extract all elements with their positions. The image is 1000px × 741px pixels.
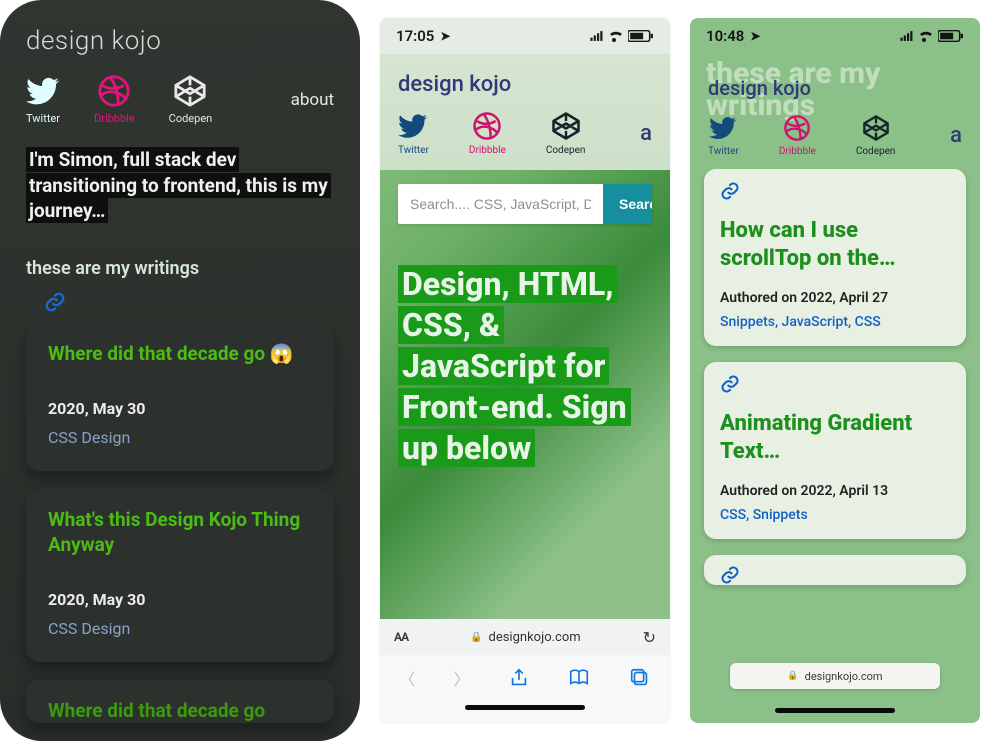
twitter-label: Twitter [26, 112, 60, 125]
article-tags: Snippets, JavaScript, CSS [720, 314, 950, 330]
status-time: 10:48 [706, 27, 744, 45]
url-domain: designkojo.com [805, 670, 883, 683]
dark-phone-mockup: design kojo Twitter Dribbble Codepen abo… [0, 0, 360, 741]
status-time: 17:05 [396, 27, 434, 45]
location-icon: ➤ [750, 29, 760, 43]
article-date: 2020, May 30 [48, 590, 312, 609]
article-authored: Authored on 2022, April 27 [720, 290, 950, 306]
overflow-letter: a [950, 123, 962, 148]
status-bar: 17:05 ➤ [380, 18, 670, 54]
codepen-label: Codepen [169, 112, 213, 125]
status-bar: 10:48 ➤ [690, 18, 980, 54]
text-size-button[interactable]: AA [394, 630, 408, 644]
twitter-icon [398, 111, 428, 141]
dribbble-link[interactable]: Dribbble [779, 114, 816, 157]
dribbble-icon [97, 74, 131, 108]
about-link[interactable]: about [291, 90, 334, 110]
brand-title: design kojo [708, 76, 962, 100]
url-domain: designkojo.com [489, 630, 581, 645]
link-icon [720, 565, 950, 589]
intro-text: I'm Simon, full stack dev transitioning … [26, 147, 334, 224]
article-card[interactable]: How can I use scrollTop on the… Authored… [704, 169, 966, 346]
wifi-icon [608, 30, 624, 42]
safari-toolbar: 〈 〉 [380, 655, 670, 701]
article-title: How can I use scrollTop on the… [720, 217, 950, 272]
search-button[interactable]: Search [603, 184, 652, 224]
dribbble-link[interactable]: Dribbble [469, 111, 506, 156]
codepen-link[interactable]: Codepen [856, 114, 896, 157]
article-authored: Authored on 2022, April 13 [720, 483, 950, 499]
article-card[interactable] [704, 555, 966, 585]
location-icon: ➤ [440, 29, 450, 43]
share-icon[interactable] [508, 667, 530, 689]
article-title: What's this Design Kojo Thing Anyway [48, 507, 312, 558]
battery-icon [628, 30, 654, 42]
codepen-link[interactable]: Codepen [169, 74, 213, 125]
light-phone-home: 17:05 ➤ design kojo Twitter [380, 18, 670, 723]
link-icon [720, 181, 950, 205]
lock-icon: 🔒 [470, 632, 482, 643]
safari-url-bar[interactable]: AA 🔒 designkojo.com ↻ [380, 619, 670, 655]
dribbble-icon [472, 111, 502, 141]
codepen-icon [862, 114, 890, 142]
reload-button[interactable]: ↻ [643, 628, 656, 647]
twitter-icon [709, 114, 737, 142]
twitter-link[interactable]: Twitter [398, 111, 429, 156]
dribbble-link[interactable]: Dribbble [94, 74, 135, 125]
codepen-icon [173, 74, 207, 108]
article-tags: CSS, Snippets [720, 507, 950, 523]
twitter-icon [26, 74, 60, 108]
battery-icon [938, 30, 964, 42]
safari-url-bar[interactable]: 🔒 designkojo.com [730, 663, 940, 689]
article-tags: CSS Design [48, 428, 312, 447]
search-input[interactable] [398, 184, 603, 224]
lock-icon: 🔒 [787, 671, 798, 681]
article-card[interactable]: Where did that decade go [26, 680, 334, 724]
signal-icon [900, 30, 914, 42]
home-indicator [775, 708, 895, 713]
article-title: Where did that decade go 😱 [48, 341, 312, 367]
codepen-link[interactable]: Codepen [546, 111, 586, 156]
light-phone-writings: 10:48 ➤ these are my writings design koj… [690, 18, 980, 723]
brand-title: design kojo [398, 72, 652, 97]
brand-title: design kojo [26, 26, 334, 56]
wifi-icon [918, 30, 934, 42]
back-button[interactable]: 〈 [399, 666, 415, 690]
codepen-icon [551, 111, 581, 141]
signal-icon [590, 30, 604, 42]
hero-text: Design, HTML, CSS, & JavaScript for Fron… [398, 264, 652, 469]
overflow-letter: a [640, 121, 652, 146]
article-card[interactable]: What's this Design Kojo Thing Anyway 202… [26, 489, 334, 662]
twitter-link[interactable]: Twitter [708, 114, 739, 157]
article-title: Where did that decade go [48, 698, 312, 724]
dribbble-icon [783, 114, 811, 142]
article-date: 2020, May 30 [48, 399, 312, 418]
bookmarks-icon[interactable] [568, 667, 590, 689]
home-indicator [380, 701, 670, 723]
article-title: Animating Gradient Text… [720, 410, 950, 465]
writings-heading: these are my writings [26, 258, 334, 279]
forward-button[interactable]: 〉 [454, 666, 470, 690]
twitter-link[interactable]: Twitter [26, 74, 60, 125]
dribbble-label: Dribbble [94, 112, 135, 125]
link-icon [720, 374, 950, 398]
search-bar: Search [398, 184, 652, 224]
tabs-icon[interactable] [629, 667, 651, 689]
article-tags: CSS Design [48, 619, 312, 638]
article-card[interactable]: Where did that decade go 😱 2020, May 30 … [26, 323, 334, 471]
link-icon [44, 291, 334, 317]
article-card[interactable]: Animating Gradient Text… Authored on 202… [704, 362, 966, 539]
